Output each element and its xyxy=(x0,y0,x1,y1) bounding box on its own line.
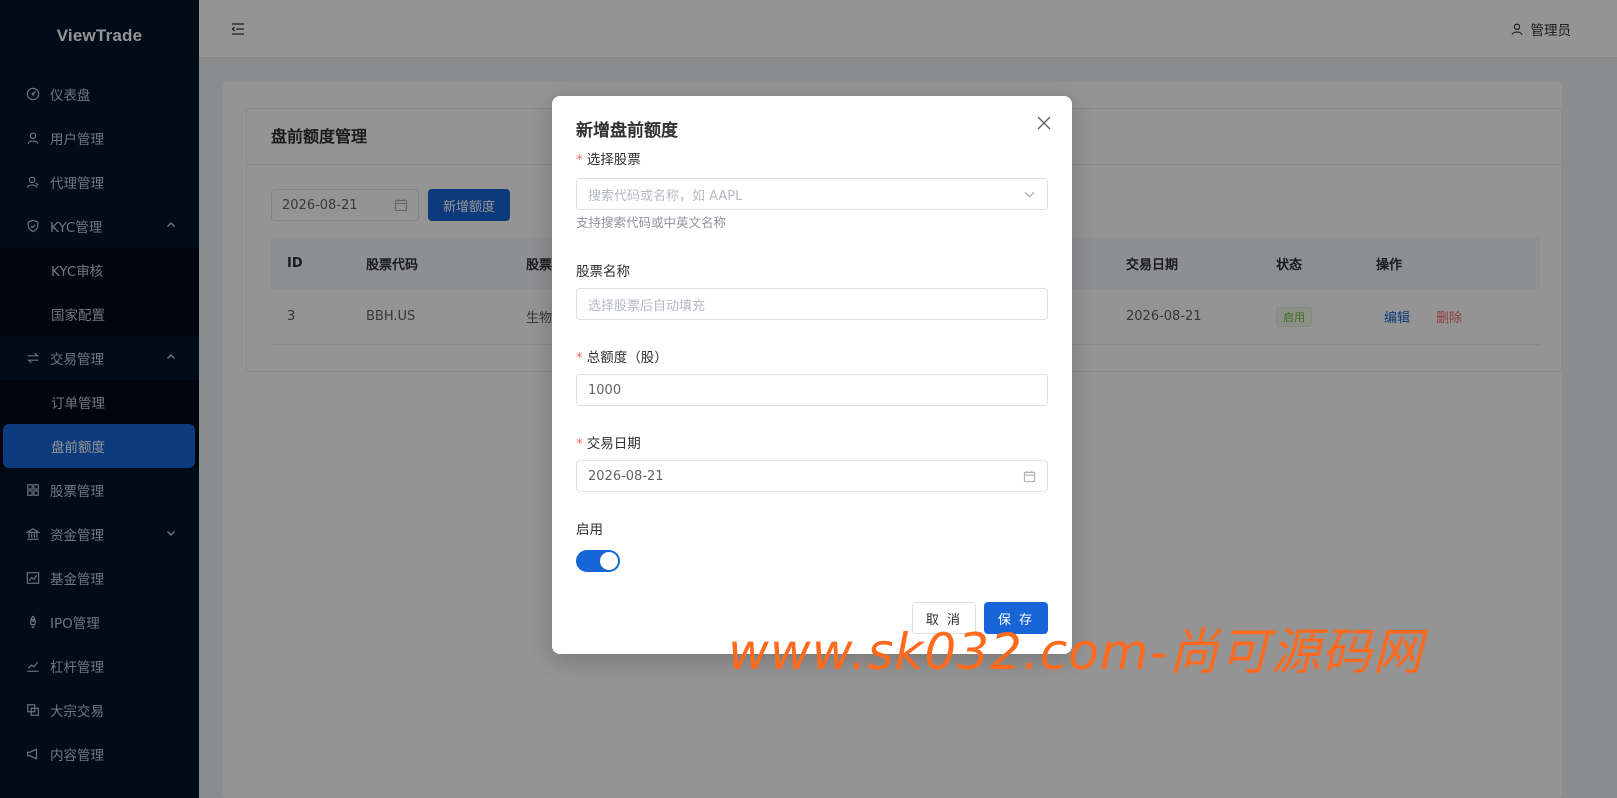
stock-select[interactable]: 搜索代码或名称，如 AAPL xyxy=(576,178,1048,210)
required-mark: * xyxy=(576,152,583,168)
quota-label: * 总额度（股） xyxy=(576,346,668,366)
dialog-title: 新增盘前额度 xyxy=(576,121,678,141)
stock-select-placeholder: 搜索代码或名称，如 AAPL xyxy=(588,188,743,204)
quota-input[interactable]: 1000 xyxy=(576,374,1048,406)
stock-name-placeholder: 选择股票后自动填充 xyxy=(588,298,706,314)
required-mark: * xyxy=(576,350,583,366)
enable-switch[interactable] xyxy=(576,550,620,572)
trade-date-label: * 交易日期 xyxy=(576,432,641,452)
stock-label-text: 选择股票 xyxy=(586,152,641,168)
stock-name-input[interactable]: 选择股票后自动填充 xyxy=(576,288,1048,320)
enable-label: 启用 xyxy=(576,522,603,538)
stock-hint: 支持搜索代码或中英文名称 xyxy=(576,215,727,230)
trade-date-value: 2026-08-21 xyxy=(588,468,664,484)
stock-name-label: 股票名称 xyxy=(576,264,630,280)
quota-value: 1000 xyxy=(588,382,622,398)
watermark-text: www.sk032.com-尚可源码网 xyxy=(728,623,1424,681)
add-quota-dialog: 新增盘前额度 * 选择股票 搜索代码或名称，如 AAPL 支持搜索代码或中英文名称… xyxy=(552,96,1072,654)
trade-date-input[interactable]: 2026-08-21 xyxy=(576,460,1048,492)
quota-label-text: 总额度（股） xyxy=(586,350,668,366)
close-icon[interactable] xyxy=(1036,115,1052,131)
switch-knob xyxy=(600,552,618,570)
chevron-down-icon xyxy=(1024,191,1035,198)
trade-date-label-text: 交易日期 xyxy=(586,436,641,452)
calendar-icon xyxy=(1023,470,1036,483)
stock-label: * 选择股票 xyxy=(576,148,641,168)
required-mark: * xyxy=(576,436,583,452)
